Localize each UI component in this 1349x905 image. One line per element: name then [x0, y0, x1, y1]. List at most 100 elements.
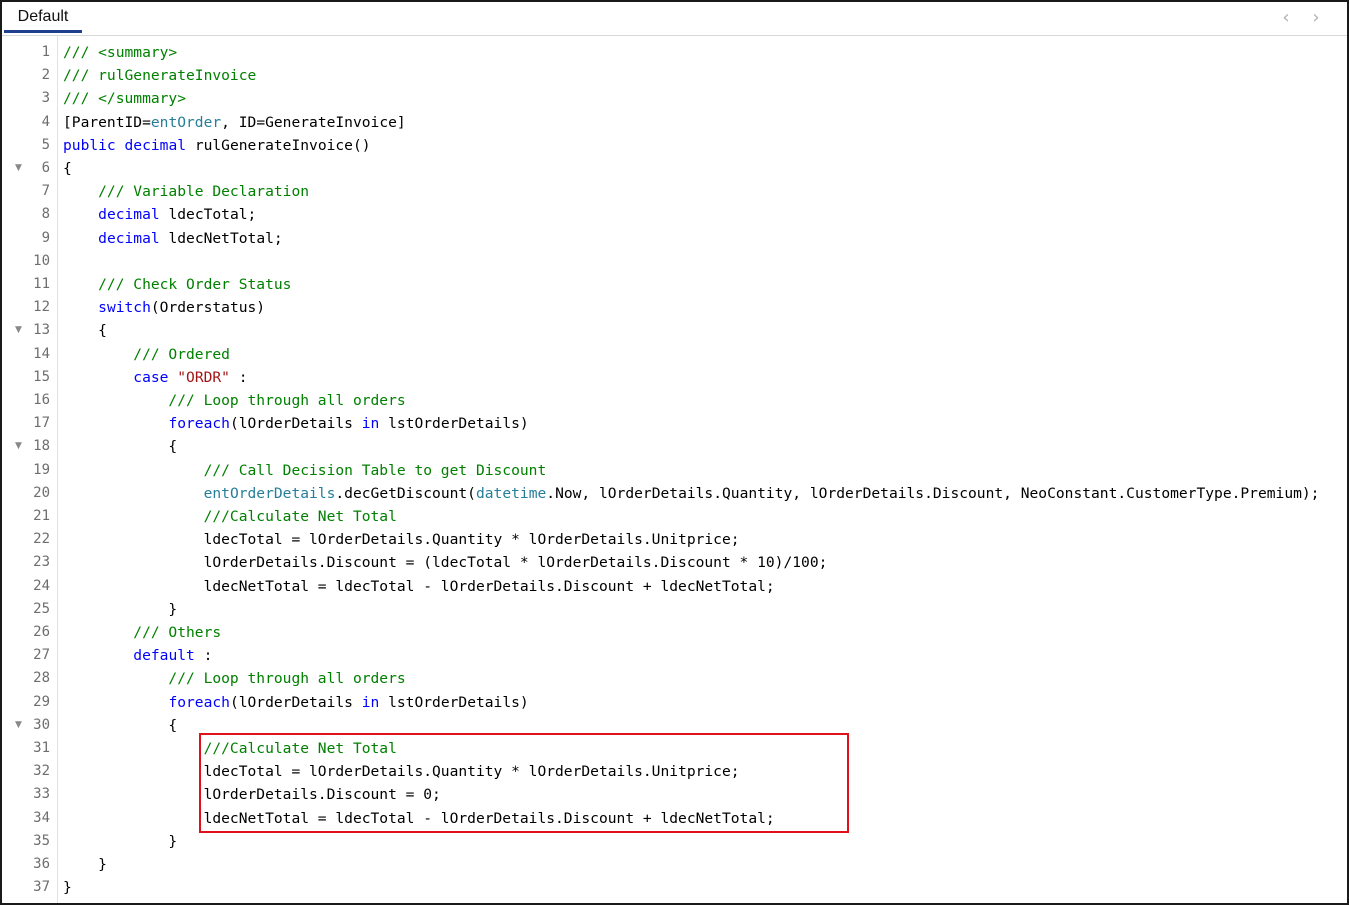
code-text: foreach(lOrderDetails in lstOrderDetails…	[63, 691, 529, 714]
code-token: rulGenerateInvoice()	[186, 136, 371, 154]
code-token: [ParentID=	[63, 113, 151, 131]
code-line: 32 ldecTotal = lOrderDetails.Quantity * …	[2, 760, 1347, 783]
code-text: switch(Orderstatus)	[63, 296, 265, 319]
code-text: ldecNetTotal = ldecTotal - lOrderDetails…	[63, 807, 775, 830]
line-number: 3	[41, 90, 50, 107]
chevron-right-icon[interactable]: ›	[1307, 8, 1325, 28]
code-line: 10	[2, 250, 1347, 273]
code-text: {	[63, 319, 107, 342]
code-text: [ParentID=entOrder, ID=GenerateInvoice]	[63, 111, 406, 134]
line-number: 14	[33, 345, 50, 362]
code-line: 16 /// Loop through all orders	[2, 389, 1347, 412]
line-number: 20	[33, 484, 50, 501]
code-token: ldecNetTotal = ldecTotal - lOrderDetails…	[63, 809, 775, 827]
code-text: foreach(lOrderDetails in lstOrderDetails…	[63, 412, 528, 435]
code-line: 27 default :	[2, 644, 1347, 667]
code-token: lstOrderDetails)	[379, 693, 529, 711]
code-token: foreach	[168, 415, 230, 433]
code-text: {	[63, 435, 177, 458]
line-number: 12	[33, 299, 50, 316]
code-text: {	[63, 157, 72, 180]
code-token: ///Calculate Net Total	[63, 740, 397, 757]
code-line: 7 /// Variable Declaration	[2, 180, 1347, 203]
line-number: 7	[41, 183, 50, 200]
code-text: /// Call Decision Table to get Discount	[63, 459, 547, 482]
line-number: 30	[33, 716, 50, 733]
code-text: /// Loop through all orders	[63, 667, 406, 690]
code-token: entOrder	[150, 113, 222, 131]
code-text: ldecTotal = lOrderDetails.Quantity * lOr…	[63, 528, 740, 551]
code-line: 23 lOrderDetails.Discount = (ldecTotal *…	[2, 551, 1347, 574]
code-token: /// Loop through all orders	[63, 670, 406, 688]
code-token: lOrderDetails.Discount = (ldecTotal * lO…	[63, 554, 828, 572]
chevron-left-icon[interactable]: ‹	[1277, 8, 1295, 28]
code-token: ldecNetTotal = ldecTotal - lOrderDetails…	[63, 577, 775, 595]
code-token: /// Ordered	[63, 345, 230, 363]
code-token: :	[194, 647, 213, 665]
code-token: /// Check Order Status	[63, 276, 292, 293]
code-token: }	[63, 879, 72, 897]
code-text: lOrderDetails.Discount = (ldecTotal * lO…	[63, 551, 828, 574]
code-text: }	[63, 853, 107, 876]
code-token: /// rulGenerateInvoice	[63, 67, 257, 85]
code-line: 20 entOrderDetails.decGetDiscount(dateti…	[2, 482, 1347, 505]
code-text: /// rulGenerateInvoice	[63, 64, 256, 87]
code-token: ldecNetTotal;	[159, 229, 283, 247]
code-token: /// <summary>	[63, 44, 178, 61]
code-text: /// </summary>	[63, 87, 186, 110]
line-number: 29	[33, 693, 50, 710]
code-line: 4 [ParentID=entOrder, ID=GenerateInvoice]	[2, 111, 1347, 134]
code-token: /// </summary>	[63, 90, 187, 108]
code-token: /// Call Decision Table to get Discount	[63, 461, 547, 479]
code-token: /// Others	[63, 624, 222, 641]
code-line: 11 /// Check Order Status	[2, 273, 1347, 296]
code-token: public	[63, 136, 116, 154]
code-token: lOrderDetails.Discount = 0;	[63, 786, 441, 804]
code-token: {	[63, 716, 178, 734]
code-line: 36 }	[2, 853, 1347, 876]
code-line: 1 /// <summary>	[2, 41, 1347, 64]
code-token: {	[63, 438, 178, 456]
code-token: decimal	[124, 136, 187, 154]
tab-default[interactable]: Default	[4, 2, 82, 33]
code-text: decimal ldecNetTotal;	[63, 227, 283, 250]
line-number: 8	[41, 206, 50, 223]
line-number: 6	[41, 160, 50, 176]
code-text: decimal ldecTotal;	[63, 203, 256, 226]
code-line: 17 foreach(lOrderDetails in lstOrderDeta…	[2, 412, 1347, 435]
code-token: /// Loop through all orders	[63, 392, 406, 409]
code-text: /// Variable Declaration	[63, 180, 309, 203]
code-token: .Now, lOrderDetails.Quantity, lOrderDeta…	[546, 484, 1320, 502]
line-number: 34	[33, 809, 50, 826]
code-token: {	[63, 322, 107, 340]
code-line: ▼ 30 {	[2, 714, 1347, 737]
line-number: 36	[33, 856, 50, 872]
code-text: entOrderDetails.decGetDiscount(datetime.…	[63, 482, 1320, 505]
code-text: default :	[63, 644, 212, 667]
code-line: 26 /// Others	[2, 621, 1347, 644]
code-token: {	[63, 160, 72, 177]
code-token: ldecTotal;	[159, 206, 257, 224]
code-token: entOrderDetails	[203, 484, 336, 502]
code-text: lOrderDetails.Discount = 0;	[63, 783, 441, 806]
code-line: 5 public decimal rulGenerateInvoice()	[2, 134, 1347, 157]
code-token: decimal	[98, 229, 160, 247]
code-area[interactable]: 1 /// <summary> 2 /// rulGenerateInvoice 3 //…	[2, 36, 1347, 903]
code-text: /// Ordered	[63, 343, 230, 366]
line-number: 2	[41, 67, 50, 84]
code-line: 2 /// rulGenerateInvoice	[2, 64, 1347, 87]
code-token: }	[63, 856, 107, 873]
code-line: 24 ldecNetTotal = ldecTotal - lOrderDeta…	[2, 575, 1347, 598]
line-number: 5	[41, 136, 50, 153]
code-line: 9 decimal ldecNetTotal;	[2, 227, 1347, 250]
line-number: 15	[33, 368, 50, 385]
code-text: }	[63, 598, 177, 621]
code-text: ///Calculate Net Total	[63, 737, 397, 760]
code-line: 31 ///Calculate Net Total	[2, 737, 1347, 760]
code-line: 22 ldecTotal = lOrderDetails.Quantity * …	[2, 528, 1347, 551]
